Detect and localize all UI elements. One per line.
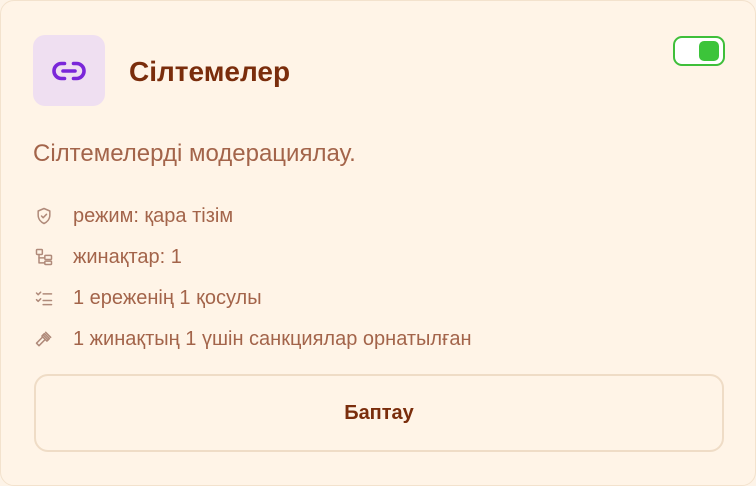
link-icon xyxy=(33,35,105,106)
toggle-knob xyxy=(699,41,719,61)
card-title: Сілтемелер xyxy=(129,56,291,87)
checklist-icon xyxy=(33,287,55,309)
card-description: Сілтемелерді модерациялау. xyxy=(33,140,356,167)
detail-collections: жинақтар: 1 xyxy=(33,236,472,277)
detail-sanctions: 1 жинақтың 1 үшін санкциялар орнатылған xyxy=(33,318,472,359)
shield-check-icon xyxy=(33,205,55,227)
links-module-card: Сілтемелер Сілтемелерді модерациялау. ре… xyxy=(0,0,756,486)
enable-toggle[interactable] xyxy=(673,36,725,66)
configure-button[interactable]: Баптау xyxy=(34,374,724,452)
details-list: режим: қара тізім жинақтар: 1 1 ереженің… xyxy=(33,195,472,359)
folder-tree-icon xyxy=(33,246,55,268)
gavel-icon xyxy=(33,328,55,350)
detail-mode: режим: қара тізім xyxy=(33,195,472,236)
detail-rules: 1 ереженің 1 қосулы xyxy=(33,277,472,318)
